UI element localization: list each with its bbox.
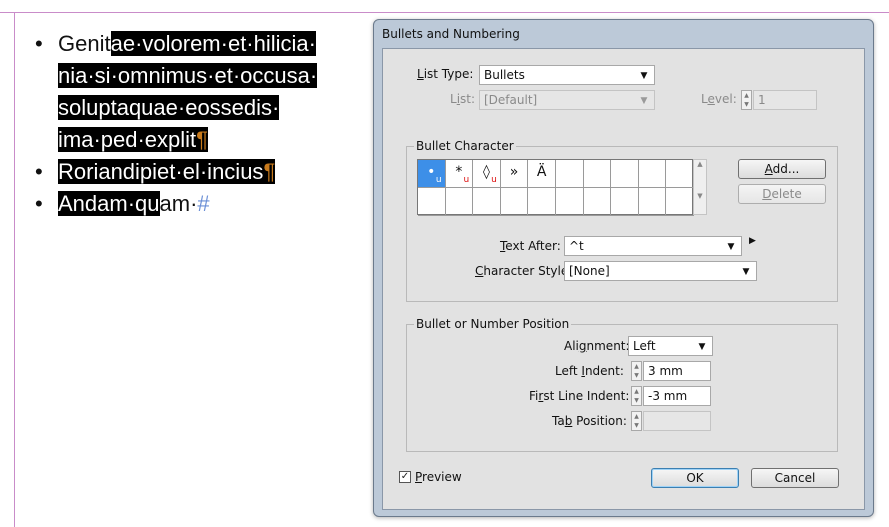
selected-text: ae·volorem·et·hilicia· [110,31,316,56]
position-group: Bullet or Number Position Alignment: Lef… [406,317,838,452]
text-after-field[interactable]: ^t ▼ [564,236,742,256]
chevron-down-icon: ▼ [640,71,648,81]
margin-guide-left [14,12,15,527]
list-dropdown[interactable]: [Default] ▼ [479,90,655,110]
character-style-label: Character Style: [475,264,573,278]
chevron-down-icon: ▼ [640,96,648,106]
tab-position-label: Tab Position: [552,414,627,428]
end-of-story-icon: # [197,191,210,216]
glyph-cell[interactable] [638,160,667,188]
selected-text: nia·si·omnimus·et·occusa· [58,63,318,88]
special-characters-menu-icon[interactable]: ▶ [749,236,756,246]
glyph-grid-scrollbar[interactable]: ▲ ▼ [693,159,707,215]
glyph-cell[interactable] [418,188,446,216]
bullets-and-numbering-dialog: Bullets and Numbering List Type: Bullets… [373,19,874,517]
margin-guide-top [0,12,889,13]
glyph-cell[interactable] [583,160,612,188]
bullet-character-group: Bullet Character • u * u ◊ u » Ä ▲ ▼ Add... Dele… [406,139,838,302]
bullet-glyph: • [35,31,43,56]
list-item[interactable]: • Roriandipiet·el·incius¶ [30,156,360,188]
group-title: Bullet or Number Position [414,317,572,331]
cancel-button[interactable]: Cancel [751,468,839,488]
glyph-cell[interactable]: * u [445,160,474,188]
selected-text: Andam·qu [58,191,160,216]
bullet-glyph-grid[interactable]: • u * u ◊ u » Ä [417,159,694,216]
glyph-cell[interactable]: ◊ u [473,160,501,188]
level-stepper[interactable]: ▲ ▼ [741,90,752,110]
glyph-char: » [509,164,519,180]
chevron-down-icon: ▼ [727,242,735,252]
glyph-cell[interactable] [611,188,639,216]
bullet-glyph: • [35,159,43,184]
text-line: nia·si·omnimus·et·occusa· [58,60,360,92]
glyph-cell[interactable] [500,188,529,216]
first-line-indent-field[interactable]: -3 mm [643,386,711,406]
alignment-label: Alignment: [564,339,630,353]
glyph-cell[interactable] [666,160,694,188]
text-line: Roriandipiet·el·incius¶ [58,156,360,188]
preview-checkbox[interactable]: ✓ [399,471,411,483]
text-line: soluptaquae·eossedis· [58,92,360,124]
glyph-cell[interactable] [555,188,584,216]
glyph-char: ◊ [483,164,490,180]
glyph-char: Ä [536,164,547,180]
text-after-label: Text After: [500,239,561,253]
chevron-down-icon: ▼ [698,342,706,352]
glyph-cell[interactable] [583,188,612,216]
glyph-char: * [455,164,463,180]
dialog-body: List Type: Bullets ▼ List: [Default] ▼ L… [382,48,865,510]
text-line: Genitae·volorem·et·hilicia· [58,31,316,56]
level-label: Level: [701,92,737,106]
list-item[interactable]: • Genitae·volorem·et·hilicia· nia·si·omn… [30,28,360,156]
glyph-cell[interactable]: » [500,160,529,188]
selected-text: soluptaquae·eossedis· [58,95,280,120]
glyph-cell[interactable]: Ä [528,160,556,188]
level-field[interactable]: 1 [753,90,817,110]
glyph-cell[interactable] [528,188,556,216]
glyph-char: • [427,164,436,180]
tab-position-stepper[interactable]: ▲ ▼ [631,411,642,431]
character-style-dropdown[interactable]: [None] ▼ [564,261,757,281]
group-title: Bullet Character [414,139,516,153]
list-item[interactable]: • Andam·quam·# [30,188,360,220]
preview-label: Preview [415,470,462,484]
list-label: List: [450,92,476,106]
text-frame[interactable]: • Genitae·volorem·et·hilicia· nia·si·omn… [30,28,360,220]
text-line: Andam·quam·# [58,188,360,220]
list-type-dropdown[interactable]: Bullets ▼ [479,65,655,85]
first-line-indent-stepper[interactable]: ▲ ▼ [631,386,642,406]
list-type-label: List Type: [417,67,474,81]
alignment-dropdown[interactable]: Left ▼ [628,336,713,356]
chevron-down-icon: ▼ [742,267,750,277]
unselected-text: am· [159,191,198,216]
tab-position-field[interactable] [643,411,711,431]
glyph-cell[interactable] [445,188,474,216]
pilcrow-icon: ¶ [196,127,208,152]
glyph-cell[interactable] [611,160,639,188]
left-indent-field[interactable]: 3 mm [643,361,711,381]
selected-text: ima·ped·explit [58,127,197,152]
left-indent-stepper[interactable]: ▲ ▼ [631,361,642,381]
glyph-cell[interactable] [666,188,694,216]
selected-text: Roriandipiet·el·incius [58,159,264,184]
glyph-cell[interactable] [555,160,584,188]
dialog-title: Bullets and Numbering [382,27,520,41]
pilcrow-icon: ¶ [263,159,276,184]
glyph-cell[interactable]: • u [418,160,446,188]
delete-glyph-button[interactable]: Delete [738,184,826,204]
left-indent-label: Left Indent: [555,364,624,378]
first-line-indent-label: First Line Indent: [529,389,630,403]
glyph-cell[interactable] [638,188,667,216]
ok-button[interactable]: OK [651,468,739,488]
bullet-glyph: • [35,191,43,216]
text-line: ima·ped·explit¶ [58,124,360,156]
glyph-cell[interactable] [473,188,501,216]
add-glyph-button[interactable]: Add... [738,159,826,179]
